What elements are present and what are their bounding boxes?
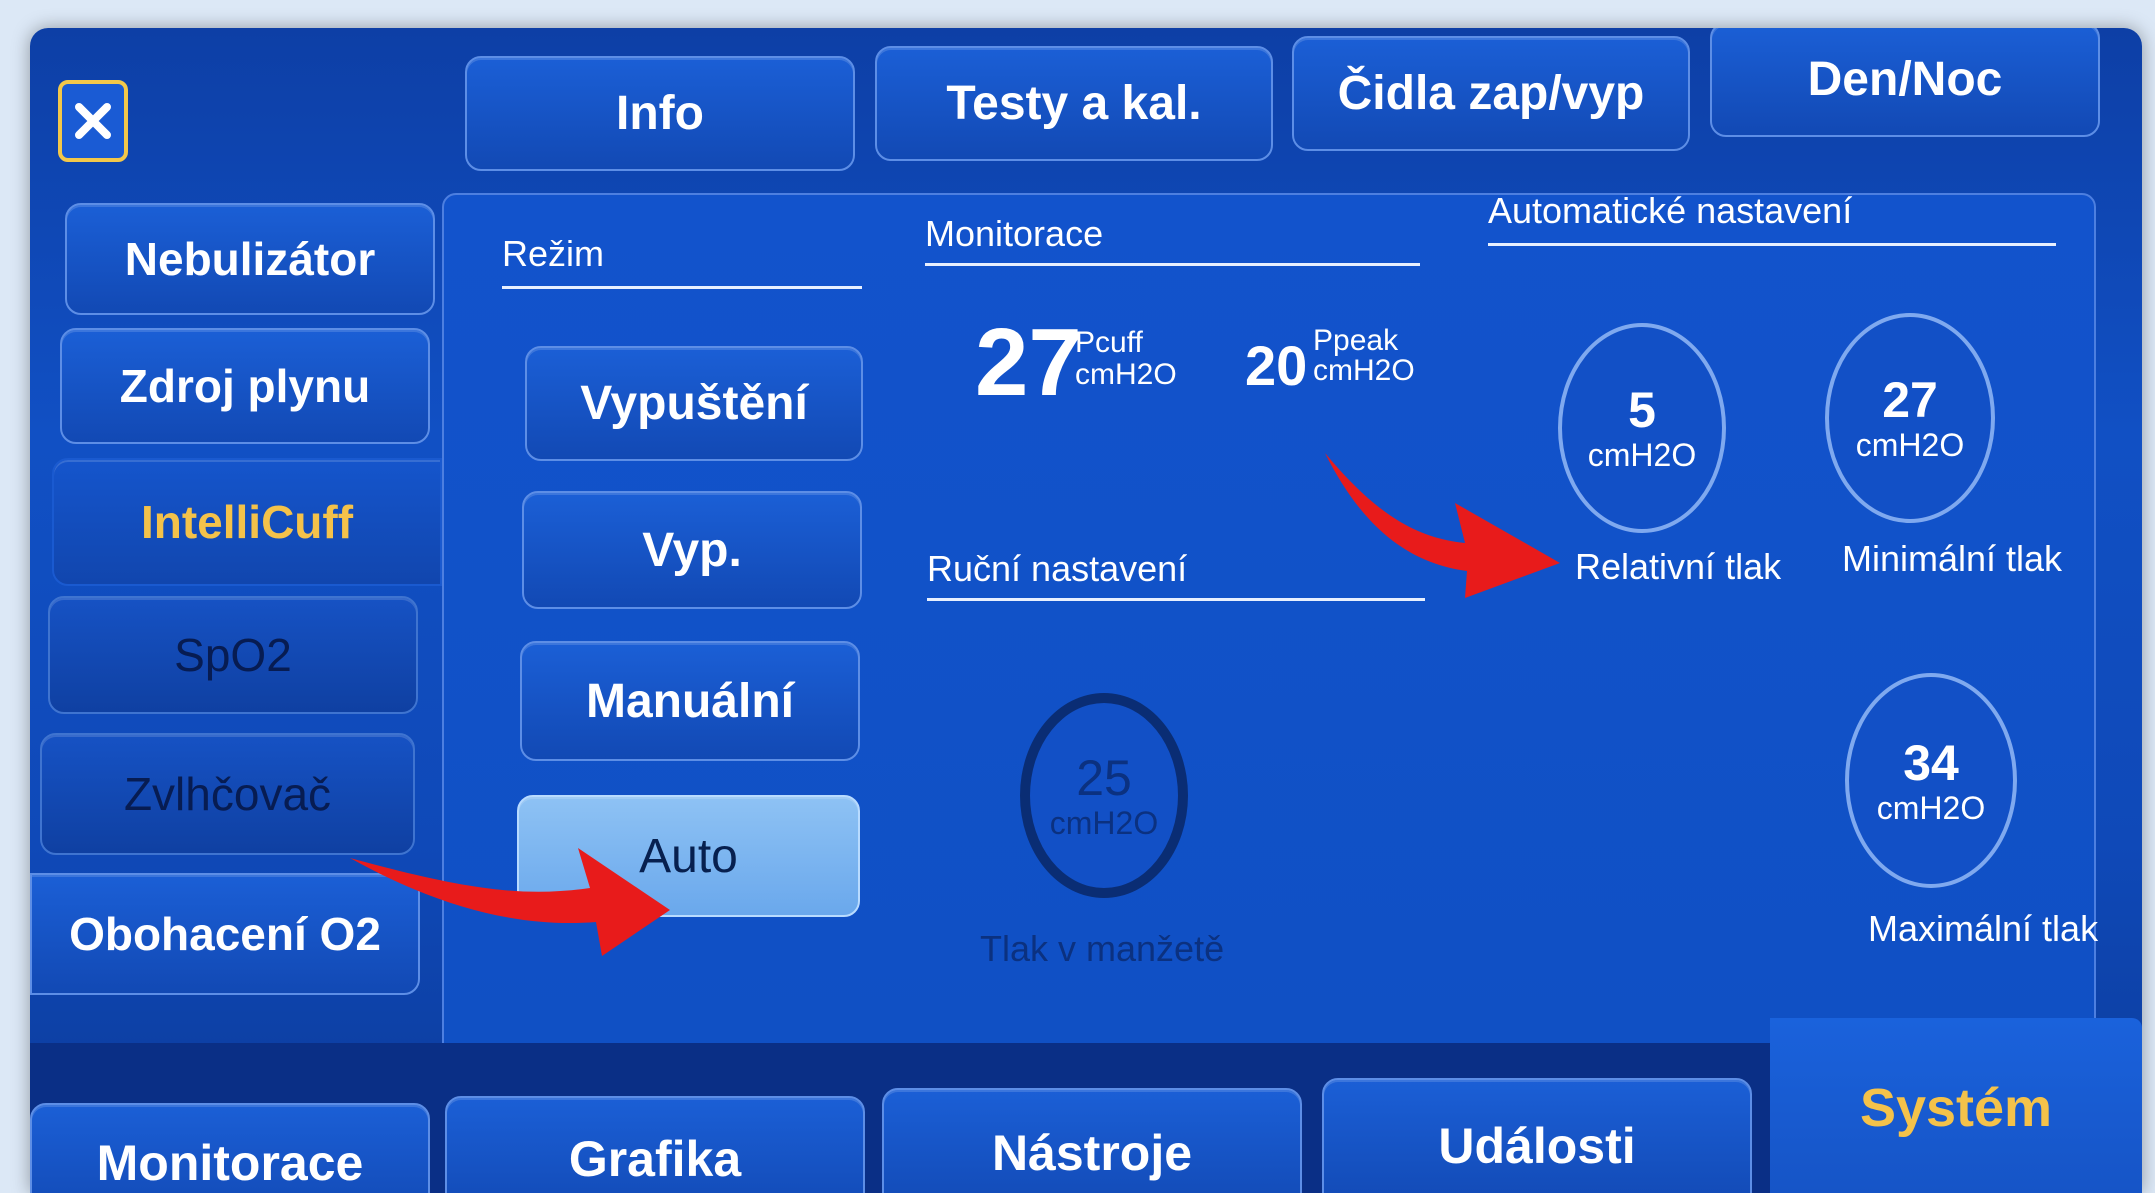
tab-graphics[interactable]: Grafika: [445, 1096, 865, 1193]
mode-off-button[interactable]: Vyp.: [522, 491, 862, 609]
auto-section-title: Automatické nastavení: [1488, 190, 1853, 231]
monitoring-divider: [925, 263, 1420, 266]
close-icon: [75, 103, 111, 139]
tab-events[interactable]: Události: [1322, 1078, 1752, 1193]
sidebar-item-gas-source[interactable]: Zdroj plynu: [60, 328, 430, 444]
ventilator-screen: Info Testy a kal. Čidla zap/vyp Den/Noc …: [30, 28, 2142, 1193]
auto-divider: [1488, 243, 2056, 246]
monitoring-section-title: Monitorace: [925, 213, 1104, 254]
relative-pressure-value: 5: [1628, 382, 1656, 438]
minimum-pressure-label: Minimální tlak: [1842, 538, 2063, 579]
mode-section-title: Režim: [502, 233, 605, 274]
relative-pressure-unit: cmH2O: [1587, 437, 1697, 473]
relative-pressure-label: Relativní tlak: [1575, 546, 1782, 587]
cuff-pressure-label: Tlak v manžetě: [980, 928, 1225, 969]
tab-tools[interactable]: Nástroje: [882, 1088, 1302, 1193]
tab-monitoring[interactable]: Monitorace: [30, 1103, 430, 1193]
pcuff-unit: cmH2O: [1075, 358, 1177, 391]
tab-tests-calibration[interactable]: Testy a kal.: [875, 46, 1273, 161]
mode-divider: [502, 286, 862, 289]
sidebar-item-nebulizer[interactable]: Nebulizátor: [65, 203, 435, 315]
red-arrow-annotation: [350, 848, 670, 956]
minimum-pressure-unit: cmH2O: [1855, 427, 1965, 463]
minimum-pressure-value: 27: [1882, 372, 1938, 428]
close-button[interactable]: [58, 80, 128, 162]
pcuff-value: 27: [975, 309, 1082, 416]
relative-pressure-dial[interactable]: 5 cmH2O: [1558, 323, 1726, 533]
manual-section-title: Ruční nastavení: [927, 548, 1188, 589]
ppeak-unit: cmH2O: [1313, 354, 1415, 387]
maximum-pressure-unit: cmH2O: [1876, 789, 1986, 826]
tab-day-night[interactable]: Den/Noc: [1710, 28, 2100, 137]
cuff-pressure-dial[interactable]: 25 cmH2O: [1020, 693, 1188, 898]
mode-manual-button[interactable]: Manuální: [520, 641, 860, 761]
minimum-pressure-dial[interactable]: 27 cmH2O: [1825, 313, 1995, 523]
maximum-pressure-label: Maximální tlak: [1868, 908, 2099, 949]
sidebar-item-spo2[interactable]: SpO2: [48, 596, 418, 714]
cuff-pressure-value: 25: [1076, 749, 1132, 806]
tab-info[interactable]: Info: [465, 56, 855, 171]
ppeak-value: 20: [1245, 334, 1308, 397]
pcuff-label: Pcuff: [1075, 326, 1143, 359]
cuff-pressure-unit: cmH2O: [1049, 804, 1159, 841]
tab-system[interactable]: Systém: [1770, 1018, 2142, 1193]
red-arrow-annotation: [1325, 453, 1560, 598]
sidebar-item-intellicuff[interactable]: IntelliCuff: [52, 458, 442, 586]
maximum-pressure-value: 34: [1903, 734, 1959, 791]
maximum-pressure-dial[interactable]: 34 cmH2O: [1845, 673, 2017, 888]
ppeak-label: Ppeak: [1313, 324, 1399, 357]
mode-deflate-button[interactable]: Vypuštění: [525, 346, 863, 461]
tab-sensors-on-off[interactable]: Čidla zap/vyp: [1292, 36, 1690, 151]
